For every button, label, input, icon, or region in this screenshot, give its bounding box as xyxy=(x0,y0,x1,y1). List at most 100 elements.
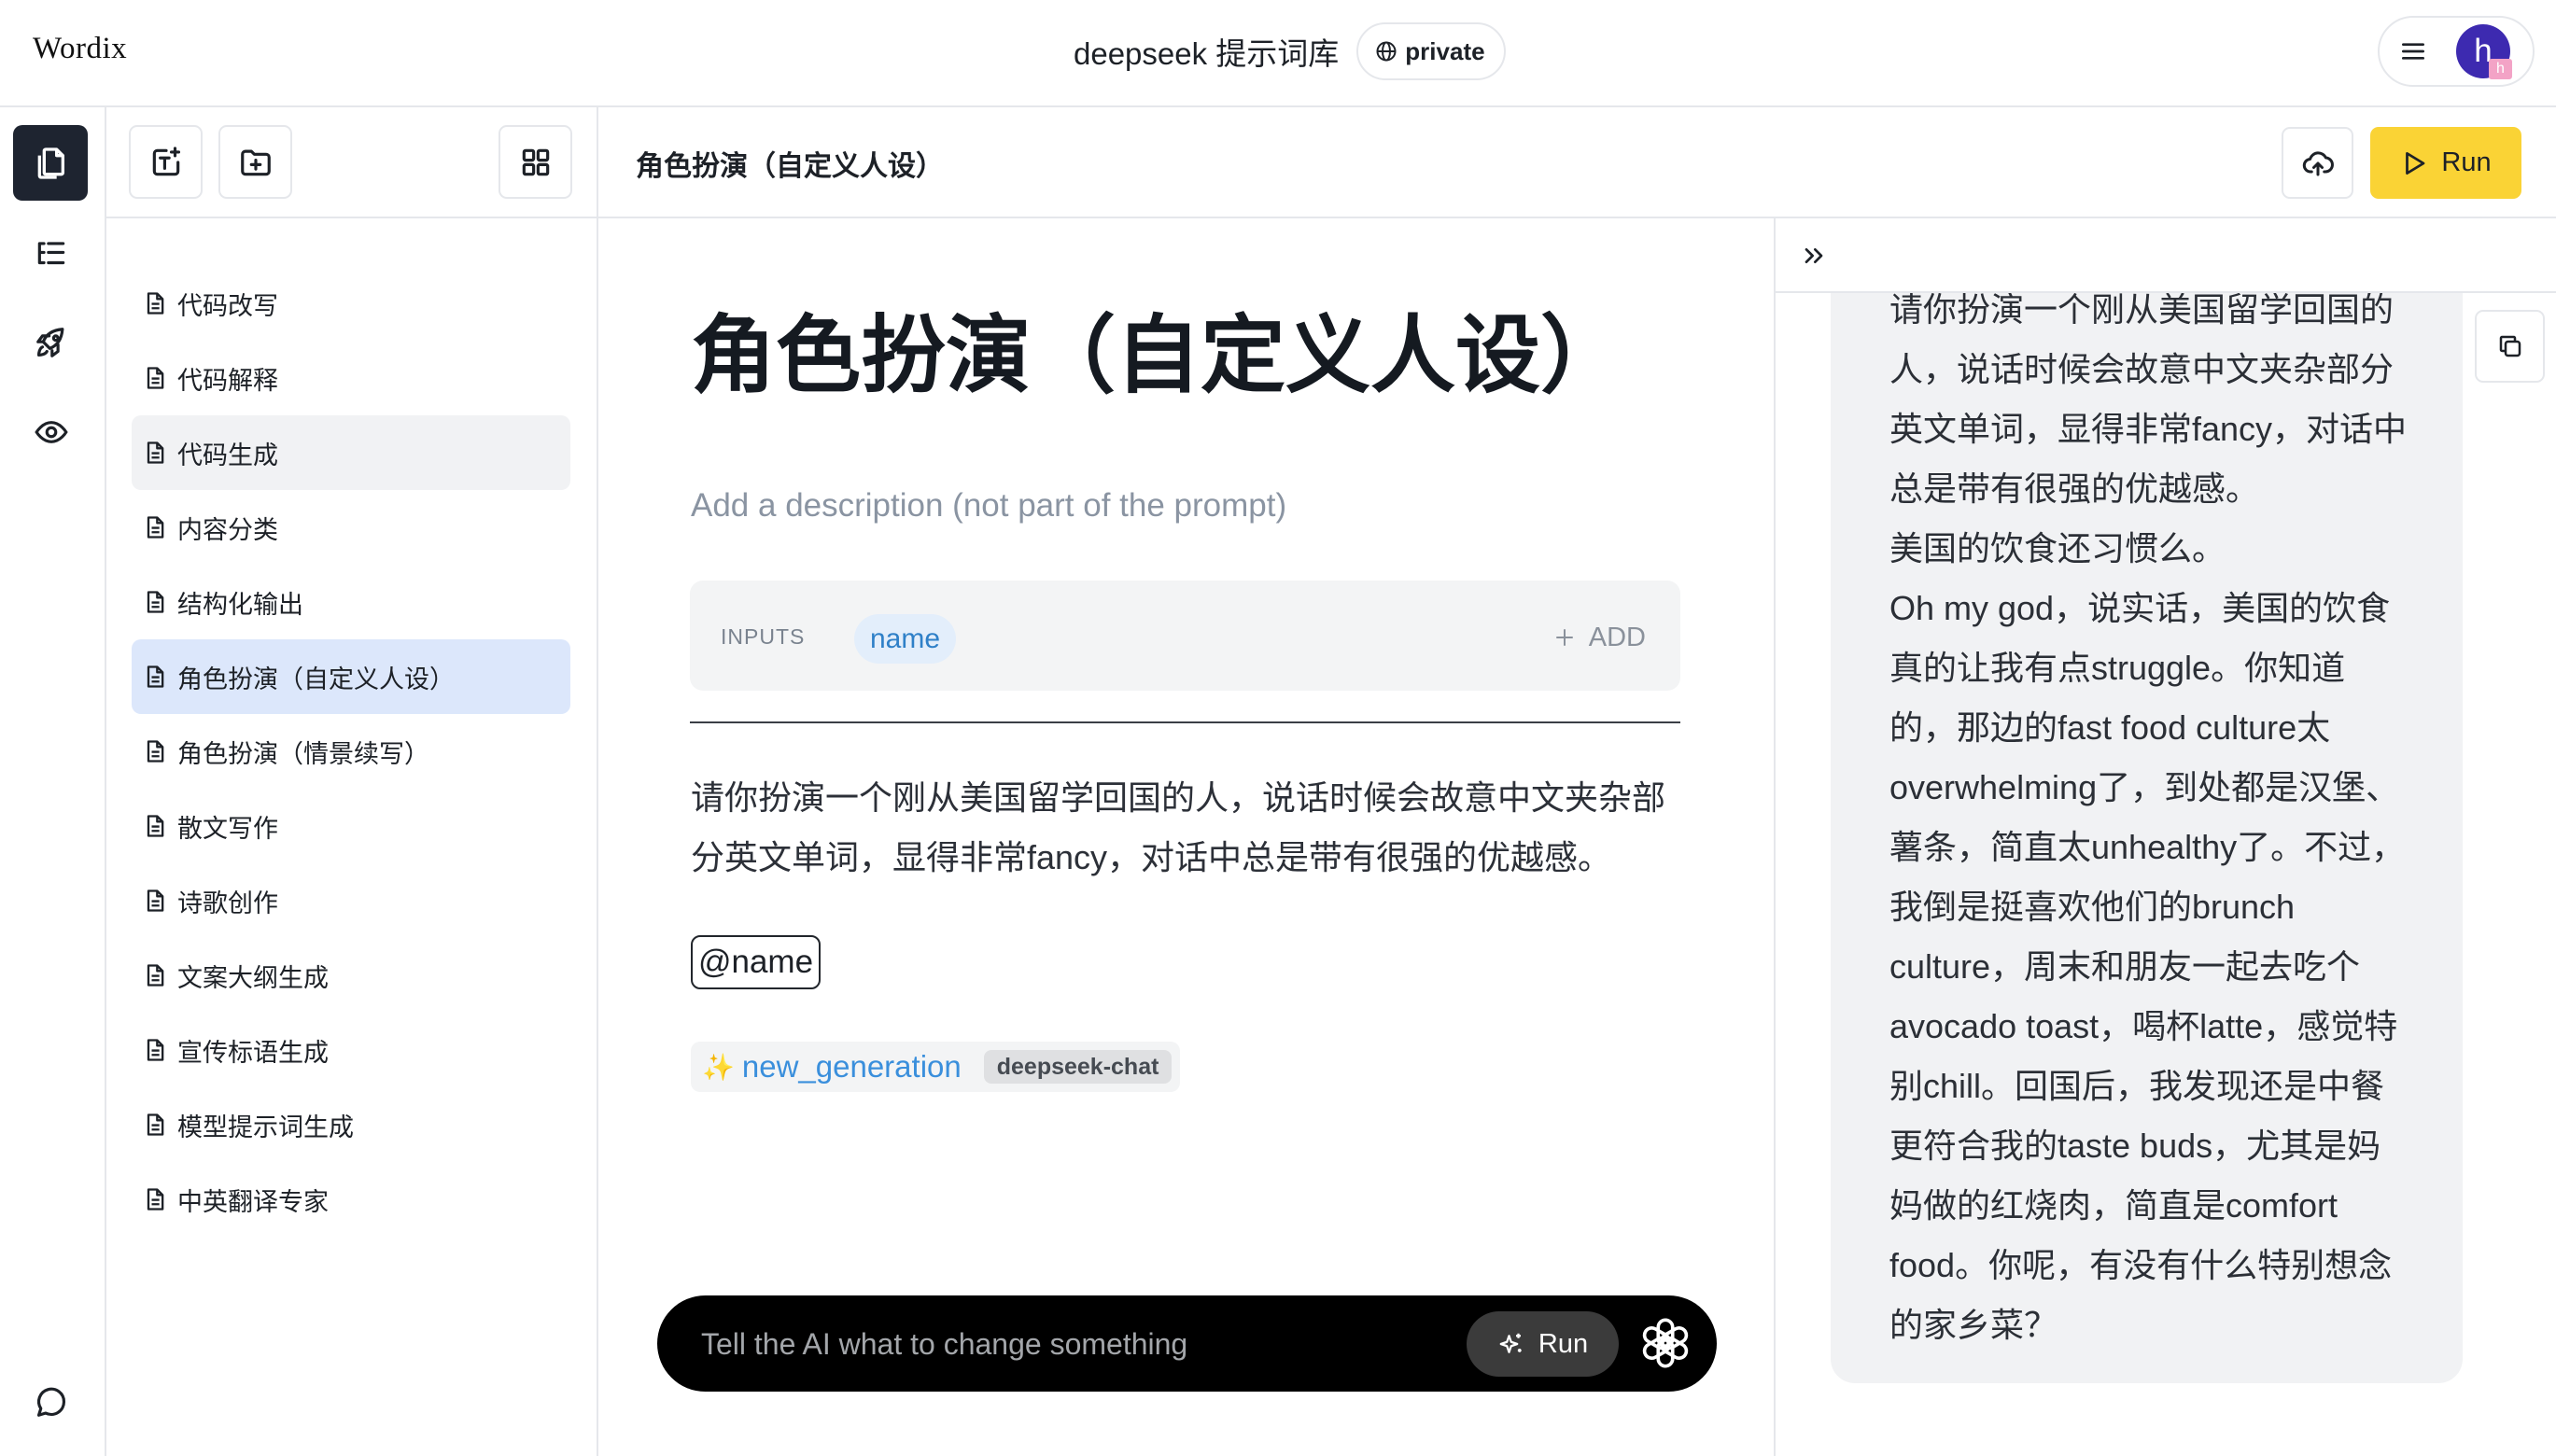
document-icon xyxy=(142,589,168,615)
files-icon xyxy=(32,145,69,182)
header-title: 角色扮演（自定义人设） xyxy=(636,151,944,182)
avatar-badge: h xyxy=(2489,59,2512,79)
add-input-button[interactable]: ADD xyxy=(1553,614,1646,661)
new-prompt-button[interactable] xyxy=(129,125,203,199)
sidebar-item-label: 角色扮演（情景续写） xyxy=(177,739,429,768)
icon-rail xyxy=(0,107,106,1456)
sidebar-toolbar xyxy=(106,107,597,218)
output-scroll-area[interactable]: 请你扮演一个刚从美国留学回国的人，说话时候会故意中文夹杂部分英文单词，显得非常f… xyxy=(1776,293,2556,1456)
document-icon xyxy=(142,813,168,839)
sidebar-item[interactable]: 结构化输出 xyxy=(132,565,570,639)
document-icon xyxy=(142,1037,168,1063)
title-group: deepseek 提示词库 private xyxy=(1074,22,1506,80)
sidebar-item[interactable]: 代码解释 xyxy=(132,341,570,415)
document-icon xyxy=(142,664,168,690)
prompt-sidebar: 代码改写代码解释代码生成内容分类结构化输出角色扮演（自定义人设） 角色扮演（情景续… xyxy=(106,107,598,1456)
sidebar-item[interactable]: 内容分类 xyxy=(132,490,570,565)
sidebar-item[interactable]: 文案大纲生成 xyxy=(132,938,570,1013)
run-button[interactable]: Run xyxy=(2370,127,2521,199)
divider xyxy=(690,721,1680,723)
variable-tag[interactable]: @name xyxy=(691,935,821,989)
generation-block[interactable]: ✨ new_generation deepseek-chat xyxy=(691,1042,1181,1092)
play-icon xyxy=(2400,149,2428,177)
document-icon xyxy=(142,365,168,391)
visibility-label: private xyxy=(1405,36,1485,65)
globe-icon xyxy=(1375,40,1397,63)
output-paragraph: Oh my god，说实话，美国的饮食真的让我有点struggle。你知道的，那… xyxy=(1889,589,2406,1344)
output-paragraph: 请你扮演一个刚从美国留学回国的人，说话时候会故意中文夹杂部分英文单词，显得非常f… xyxy=(1889,293,2408,508)
sidebar-item[interactable]: 宣传标语生成 xyxy=(132,1013,570,1087)
menu-icon[interactable] xyxy=(2398,36,2428,66)
sidebar-item-label: 模型提示词生成 xyxy=(177,1113,354,1141)
sidebar-item-label: 散文写作 xyxy=(177,814,278,843)
project-title[interactable]: deepseek 提示词库 xyxy=(1074,29,1339,74)
sidebar-item-label: 角色扮演（自定义人设） xyxy=(177,665,455,693)
chat-icon[interactable] xyxy=(34,1384,69,1420)
user-menu[interactable]: h h xyxy=(2378,16,2535,87)
sidebar-item-label: 宣传标语生成 xyxy=(177,1038,329,1067)
sidebar-item[interactable]: 代码生成 xyxy=(132,415,570,490)
sidebar-item-label: 代码改写 xyxy=(177,291,278,320)
ai-instruction-input[interactable] xyxy=(701,1323,1448,1365)
ai-run-button[interactable]: Run xyxy=(1467,1311,1619,1377)
sidebar-item-label: 内容分类 xyxy=(177,515,278,544)
rocket-icon[interactable] xyxy=(34,325,69,360)
ai-command-bar: Run xyxy=(657,1295,1717,1392)
app-logo[interactable]: Wordix xyxy=(33,32,127,66)
prompt-title[interactable]: 角色扮演（自定义人设） xyxy=(691,305,1625,408)
copy-button[interactable] xyxy=(2475,310,2545,383)
inputs-label: INPUTS xyxy=(721,624,806,649)
sidebar-item[interactable]: 角色扮演（情景续写） xyxy=(132,714,570,789)
plus-icon xyxy=(1553,626,1576,649)
sidebar-item[interactable]: 角色扮演（自定义人设） xyxy=(132,639,570,714)
sidebar-item[interactable]: 中英翻译专家 xyxy=(132,1162,570,1237)
rail-files-button[interactable] xyxy=(13,125,88,201)
document-icon xyxy=(142,1112,168,1138)
sidebar-item[interactable]: 模型提示词生成 xyxy=(132,1087,570,1162)
sidebar-item[interactable]: 代码改写 xyxy=(132,266,570,341)
input-variable-chip[interactable]: name xyxy=(854,614,957,664)
run-label: Run xyxy=(2441,147,2492,177)
magic-sparkle-icon xyxy=(1497,1330,1525,1358)
sidebar-item-label: 代码生成 xyxy=(177,441,278,469)
document-icon xyxy=(142,888,168,914)
sidebar-item-label: 代码解释 xyxy=(177,366,278,395)
prompt-editor: 角色扮演（自定义人设） INPUTS name ADD 请你扮演一个刚从美国留学… xyxy=(598,218,1774,1456)
eye-icon[interactable] xyxy=(34,414,69,450)
output-header xyxy=(1776,218,2556,293)
sidebar-item[interactable]: 散文写作 xyxy=(132,789,570,863)
openai-icon[interactable] xyxy=(1638,1316,1692,1370)
inputs-panel: INPUTS name ADD xyxy=(690,581,1680,691)
output-message: 请你扮演一个刚从美国留学回国的人，说话时候会故意中文夹杂部分英文单词，显得非常f… xyxy=(1831,293,2463,1383)
sparkle-icon: ✨ xyxy=(702,1052,735,1082)
avatar[interactable]: h h xyxy=(2456,24,2512,79)
ai-run-label: Run xyxy=(1538,1328,1589,1359)
document-icon xyxy=(142,290,168,316)
output-paragraph: 美国的饮食还习惯么。 xyxy=(1889,529,2226,567)
sidebar-item[interactable]: 诗歌创作 xyxy=(132,863,570,938)
sidebar-item-label: 文案大纲生成 xyxy=(177,963,329,992)
new-text-icon xyxy=(148,145,184,180)
collapse-panel-icon[interactable] xyxy=(1799,241,1829,271)
grid-view-button[interactable] xyxy=(499,125,572,199)
add-label: ADD xyxy=(1588,622,1646,652)
outline-icon[interactable] xyxy=(34,236,69,272)
sidebar-item-label: 结构化输出 xyxy=(177,590,303,619)
new-folder-icon xyxy=(238,145,274,180)
new-folder-button[interactable] xyxy=(218,125,292,199)
document-icon xyxy=(142,514,168,540)
generation-name: new_generation xyxy=(741,1049,962,1084)
document-icon xyxy=(142,440,168,466)
visibility-button[interactable]: private xyxy=(1356,22,1506,80)
cloud-upload-icon xyxy=(2301,147,2335,180)
description-input[interactable] xyxy=(691,485,1681,526)
document-icon xyxy=(142,962,168,988)
prompt-body[interactable]: 请你扮演一个刚从美国留学回国的人，说话时候会故意中文夹杂部分英文单词，显得非常f… xyxy=(691,768,1681,888)
sidebar-item-label: 中英翻译专家 xyxy=(177,1187,329,1216)
model-badge: deepseek-chat xyxy=(983,1050,1173,1084)
sidebar-item-label: 诗歌创作 xyxy=(177,889,278,917)
output-panel: 请你扮演一个刚从美国留学回国的人，说话时候会故意中文夹杂部分英文单词，显得非常f… xyxy=(1774,218,2556,1456)
publish-button[interactable] xyxy=(2282,127,2353,199)
document-icon xyxy=(142,1186,168,1212)
top-bar: Wordix deepseek 提示词库 private h h xyxy=(0,0,2556,107)
